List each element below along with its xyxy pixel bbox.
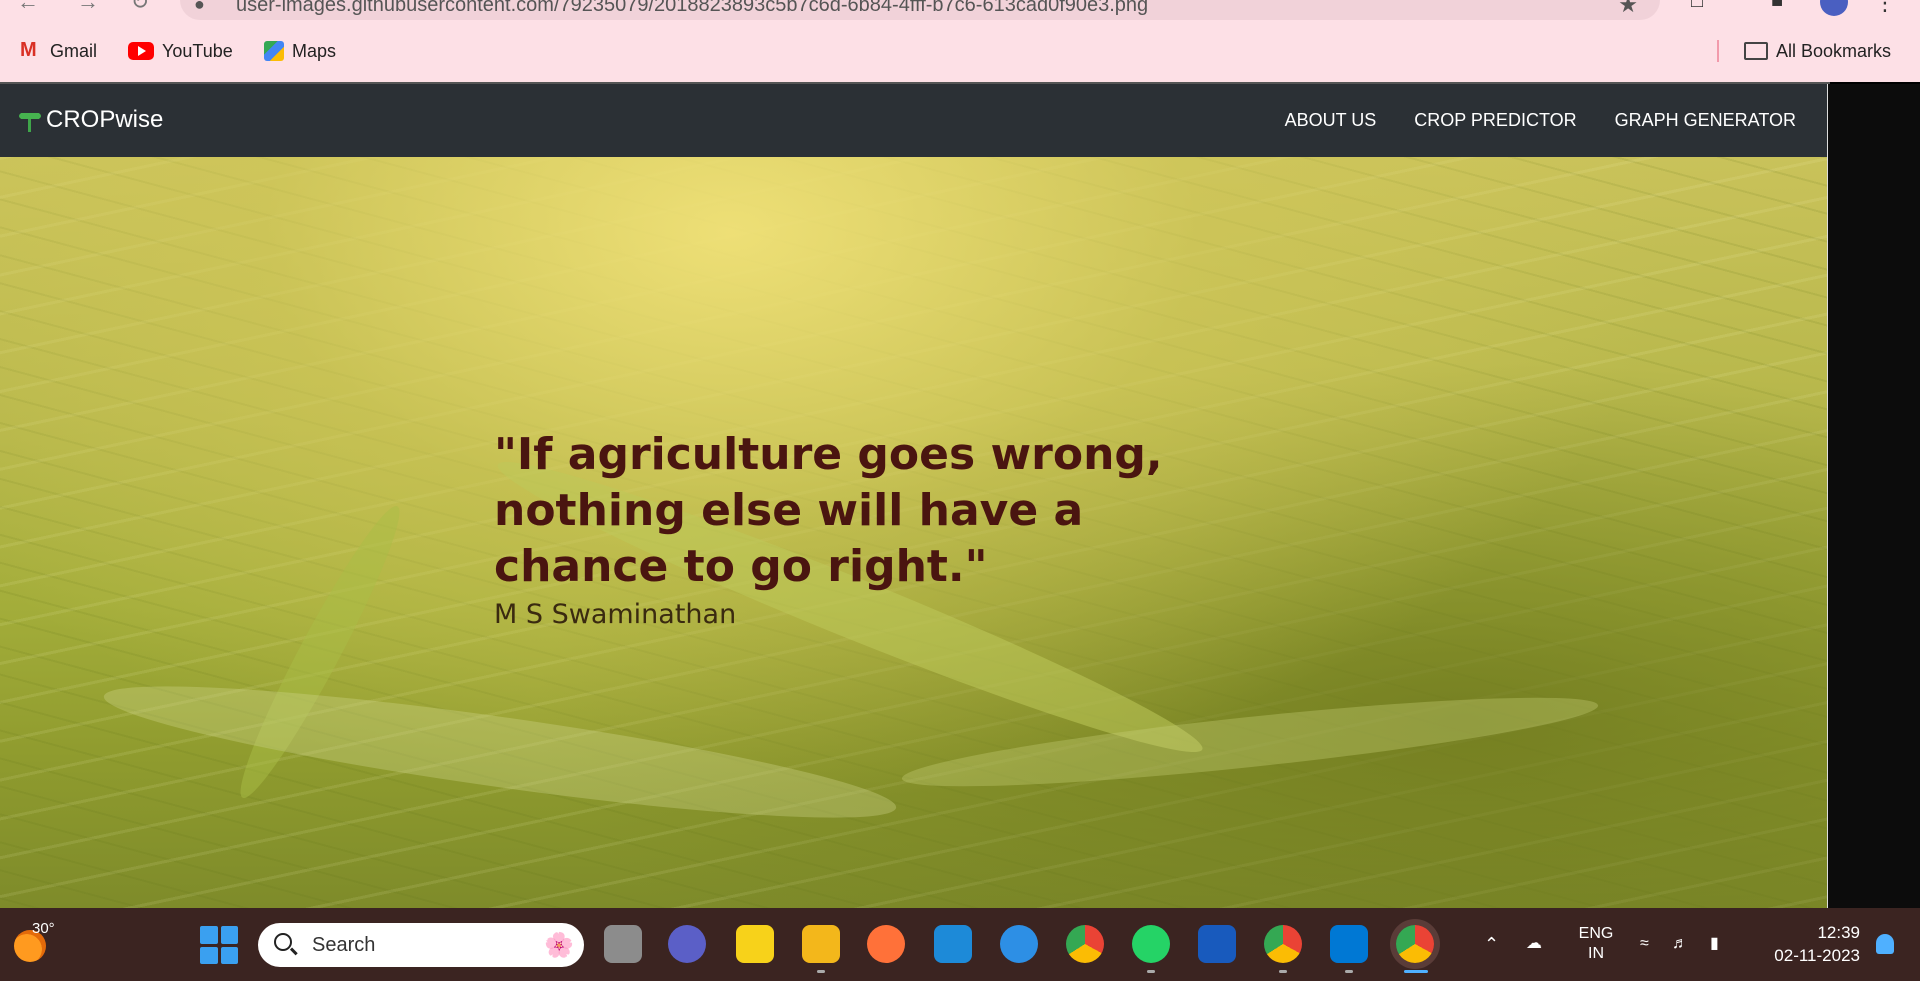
brand-logo[interactable]: CROPwise [18, 106, 163, 134]
running-indicator [817, 970, 825, 973]
sidepanel-icon[interactable]: ■ [1764, 0, 1790, 16]
chrome-icon[interactable] [1066, 925, 1104, 963]
language-indicator[interactable]: ENG IN [1576, 924, 1616, 964]
firefox-icon[interactable] [867, 925, 905, 963]
reload-icon[interactable]: ↻ [126, 0, 154, 16]
search-placeholder: Search [312, 934, 376, 956]
quote-author: M S Swaminathan [494, 599, 737, 630]
site-info-icon[interactable]: ● [194, 0, 205, 15]
maps-icon [264, 41, 284, 61]
url-text: user-images.githubusercontent.com/792350… [236, 0, 1149, 16]
word-icon[interactable] [1198, 925, 1236, 963]
bookmark-star-icon[interactable]: ★ [1618, 0, 1638, 18]
forward-icon[interactable]: → [74, 0, 102, 16]
brand-name: CROPwise [46, 106, 164, 133]
vscode-icon[interactable] [1330, 925, 1368, 963]
taskbar-search[interactable]: Search 🌸 [258, 923, 584, 967]
empty-region [1828, 84, 1920, 908]
wheat-stalk-decor [99, 661, 901, 843]
browser-toolbar: ← → ↻ ● user-images.githubusercontent.co… [0, 0, 1920, 24]
weather-temperature: 30° [32, 920, 55, 937]
sprout-icon [18, 108, 42, 132]
volume-icon[interactable]: ♬ [1672, 934, 1688, 954]
bookmarks-bar: Gmail YouTube Maps All Bookmarks [0, 34, 1920, 68]
bookmark-maps[interactable]: Maps [264, 34, 336, 68]
show-hidden-icons-chevron[interactable]: ⌃ [1484, 934, 1499, 954]
clock-date: 02-11-2023 [1774, 946, 1860, 965]
bookmark-label: Maps [292, 40, 337, 61]
all-bookmarks-label: All Bookmarks [1776, 40, 1892, 61]
chrome-profile-icon[interactable] [1264, 925, 1302, 963]
all-bookmarks-button[interactable]: All Bookmarks [1744, 34, 1891, 68]
running-indicator [1279, 970, 1287, 973]
whatsapp-icon[interactable] [1132, 925, 1170, 963]
bookmark-label: Gmail [50, 40, 98, 61]
taskbar: 30° Search 🌸 ⌃ ☁ ENG IN ≈ ♬ ▮ 12:39 02-1… [0, 908, 1920, 981]
windows-start-icon[interactable] [200, 926, 238, 964]
extension-icon[interactable]: □ [1684, 0, 1710, 16]
running-indicator [1345, 970, 1353, 973]
bookmark-label: YouTube [162, 40, 233, 61]
wheat-stalk-decor [899, 680, 1601, 804]
task-view-icon[interactable] [604, 925, 642, 963]
hero-quote: "If agriculture goes wrong, nothing else… [494, 429, 1163, 592]
browser-chrome: ← → ↻ ● user-images.githubusercontent.co… [0, 0, 1920, 82]
nav-crop-predictor[interactable]: CROP PREDICTOR [1414, 110, 1576, 131]
onedrive-icon[interactable]: ☁ [1526, 934, 1542, 954]
notification-bell-icon[interactable] [1876, 934, 1894, 954]
battery-icon[interactable]: ▮ [1710, 934, 1719, 954]
clock-time: 12:39 [1817, 923, 1860, 942]
running-indicator [1147, 970, 1155, 973]
bookmark-youtube[interactable]: YouTube [128, 34, 233, 68]
active-indicator [1404, 970, 1428, 973]
chrome-active-icon[interactable] [1396, 925, 1434, 963]
bookmarks-divider [1717, 40, 1719, 62]
get-help-icon[interactable] [1000, 925, 1038, 963]
hero-wheat-background: "If agriculture goes wrong, nothing else… [0, 157, 1828, 908]
wifi-icon[interactable]: ≈ [1640, 934, 1649, 954]
page-viewport: CROPwise ABOUT US CROP PREDICTOR GRAPH G… [0, 84, 1828, 908]
nav-links: ABOUT US CROP PREDICTOR GRAPH GENERATOR [1285, 110, 1796, 131]
language-code: ENG [1578, 925, 1614, 942]
pdf-app-icon[interactable] [736, 925, 774, 963]
region-code: IN [1588, 945, 1604, 962]
gmail-icon [18, 39, 42, 62]
search-icon [274, 933, 292, 951]
file-explorer-icon[interactable] [802, 925, 840, 963]
address-bar[interactable]: ● user-images.githubusercontent.com/7923… [180, 0, 1660, 20]
back-icon[interactable]: ← [14, 0, 42, 16]
folder-icon [1744, 42, 1768, 60]
clock[interactable]: 12:39 02-11-2023 [1774, 921, 1860, 967]
profile-avatar[interactable] [1820, 0, 1848, 16]
nav-about-us[interactable]: ABOUT US [1285, 110, 1377, 131]
search-highlight-icon: 🌸 [544, 932, 574, 959]
myhp-icon[interactable] [934, 925, 972, 963]
bookmark-gmail[interactable]: Gmail [18, 34, 97, 68]
youtube-icon [128, 42, 154, 60]
nav-graph-generator[interactable]: GRAPH GENERATOR [1615, 110, 1796, 131]
browser-menu-icon[interactable]: ⋮ [1874, 0, 1896, 16]
site-navbar: CROPwise ABOUT US CROP PREDICTOR GRAPH G… [0, 84, 1828, 157]
teams-chat-icon[interactable] [668, 925, 706, 963]
